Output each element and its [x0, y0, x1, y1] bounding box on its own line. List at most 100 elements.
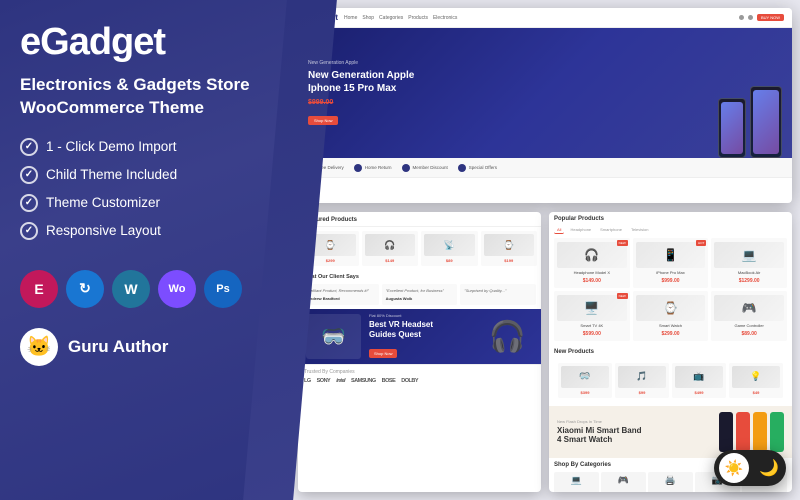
smartband-title: Xiaomi Mi Smart Band4 Smart Watch [557, 426, 719, 445]
delivery-bar: Free Delivery Home Return Member Discoun… [298, 158, 792, 178]
site-nav-links: Home Shop Categories Products Electronic… [344, 15, 733, 21]
cat-laptop: 💻 Laptop [554, 472, 599, 492]
hero-section: New Generation Apple New Generation Appl… [298, 28, 792, 158]
discount-icon [402, 164, 410, 172]
filter-tab-tv[interactable]: Television [628, 226, 652, 234]
popular-badge-4: NEW [617, 293, 628, 299]
delivery-item-3: Member Discount [402, 164, 448, 172]
vr-banner-text: Flat 80% Discount Best VR HeadsetGuides … [361, 313, 433, 360]
filter-tab-headphone[interactable]: Headphone [567, 226, 594, 234]
tech-icons-row: E ↻ W Wo Ps [20, 270, 270, 308]
smartband-text: New Flash Drops In Time Xiaomi Mi Smart … [557, 419, 719, 445]
popular-card-2: HOT 📱 iPhone Pro Max $999.00 [633, 238, 709, 288]
hero-shop-btn: Shop Now [308, 116, 338, 125]
brand-title: eGadget [20, 22, 270, 64]
band-orange [753, 412, 767, 452]
vr-headset-icon: 🥽 [321, 324, 346, 349]
testimonial-3: "Surprised by Quality..." [460, 284, 536, 305]
popular-title: Popular Products [554, 216, 787, 222]
popular-badge-2: HOT [696, 240, 706, 246]
featured-header: Featured Products [298, 212, 541, 227]
popular-card-3: 💻 MacBook Air $1299.00 [711, 238, 787, 288]
hero-title: New Generation AppleIphone 15 Pro Max [308, 69, 782, 95]
user-icon [748, 15, 753, 20]
product-img-4: ⌚ [484, 234, 535, 256]
new-card-4: 💡 $49 [729, 363, 783, 398]
popular-card-1: NEW 🎧 Headphone Model X $149.00 [554, 238, 630, 288]
featured-products-grid: ⌚ $299 🎧 $149 📡 $89 ⌚ $199 [298, 227, 541, 270]
gift-icon [458, 164, 466, 172]
testimonial-2: "Excellent Product, for Business" August… [382, 284, 458, 305]
popular-img-4: 🖥️ [557, 295, 627, 321]
vr-banner-img: 🥽 [306, 314, 361, 359]
check-icon-1 [20, 138, 38, 156]
elementor-icon: E [20, 270, 58, 308]
logo-intel: intel [336, 378, 345, 384]
band-black [719, 412, 733, 452]
buy-now-btn: BUY NOW [757, 14, 784, 21]
testimonial-cards: "Brilliant Product, Recommends it!" Andr… [303, 284, 536, 305]
filter-tab-smartphone[interactable]: Smartphone [597, 226, 625, 234]
site-nav: eGadget Home Shop Categories Products El… [298, 8, 792, 28]
new-products-title: New Products [554, 349, 787, 355]
woocommerce-icon: Wo [158, 270, 196, 308]
product-img-2: 🎧 [365, 234, 416, 256]
new-products-section: New Products 🥽 $399 🎵 $99 📺 $499 [549, 345, 792, 406]
testimonials-title: What Our Client Says [303, 274, 536, 280]
popular-card-6: 🎮 Game Controller $89.00 [711, 291, 787, 341]
testimonial-1: "Brilliant Product, Recommends it!" Andr… [303, 284, 379, 305]
popular-img-6: 🎮 [714, 295, 784, 321]
filter-tab-all[interactable]: All [554, 226, 564, 234]
features-list: 1 - Click Demo Import Child Theme Includ… [20, 138, 270, 250]
photoshop-icon: Ps [204, 270, 242, 308]
hero-text: New Generation Apple New Generation Appl… [308, 60, 782, 127]
moon-icon: 🌙 [759, 458, 779, 478]
trusted-section: Trusted By Companies LG SONY intel SAMSU… [298, 364, 541, 388]
logo-dolby: DOLBY [401, 378, 418, 384]
right-panel: eGadget Home Shop Categories Products El… [290, 0, 800, 500]
popular-img-5: ⌚ [636, 295, 706, 321]
feature-item-4: Responsive Layout [20, 222, 270, 240]
popular-card-4: NEW 🖥️ Smart TV 4K $599.00 [554, 291, 630, 341]
band-green [770, 412, 784, 452]
dark-mode-toggle[interactable]: ☀️ 🌙 [714, 450, 786, 486]
popular-products-grid: NEW 🎧 Headphone Model X $149.00 HOT 📱 iP… [554, 238, 787, 341]
wordpress-icon: W [112, 270, 150, 308]
product-card-4: ⌚ $199 [481, 231, 538, 266]
author-name: Guru Author [68, 337, 168, 357]
vr-banner-title: Best VR HeadsetGuides Quest [369, 320, 433, 339]
popular-img-2: 📱 [636, 242, 706, 268]
check-icon-4 [20, 222, 38, 240]
screenshot-container: eGadget Home Shop Categories Products El… [290, 0, 800, 500]
return-icon [354, 164, 362, 172]
left-panel: eGadget Electronics & Gadgets Store WooC… [0, 0, 290, 500]
author-row: 🐱 Guru Author [20, 328, 270, 366]
trusted-title: Trusted By Companies [304, 369, 535, 375]
headphones-icon: 🎧 [489, 319, 526, 354]
cat-printer: 🖨️ Scan Printer [648, 472, 693, 492]
site-preview-bottom: Featured Products ⌚ $299 🎧 $149 📡 $89 [298, 212, 792, 492]
popular-img-1: 🎧 [557, 242, 627, 268]
popular-filter-tabs: All Headphone Smartphone Television [554, 226, 787, 234]
new-card-1: 🥽 $399 [558, 363, 612, 398]
site-nav-icons: BUY NOW [739, 14, 784, 21]
product-card-3: 📡 $89 [421, 231, 478, 266]
delivery-item-2: Home Return [354, 164, 392, 172]
logo-lg: LG [304, 378, 311, 384]
product-card-2: 🎧 $149 [362, 231, 419, 266]
vr-banner-small: Flat 80% Discount [369, 313, 433, 318]
brand-subtitle: Electronics & Gadgets Store WooCommerce … [20, 74, 270, 120]
author-avatar: 🐱 [20, 328, 58, 366]
vr-shop-btn: Shop Now [369, 349, 397, 358]
popular-img-3: 💻 [714, 242, 784, 268]
product-img-3: 📡 [424, 234, 475, 256]
logo-samsung: SAMSUNG [351, 378, 376, 384]
logo-bose: BOSE [382, 378, 396, 384]
feature-item-1: 1 - Click Demo Import [20, 138, 270, 156]
new-card-3: 📺 $499 [672, 363, 726, 398]
popular-section: Popular Products All Headphone Smartphon… [549, 212, 792, 345]
preview-col-left: Featured Products ⌚ $299 🎧 $149 📡 $89 [298, 212, 541, 492]
featured-title: Featured Products [304, 217, 535, 223]
check-icon-2 [20, 166, 38, 184]
popular-card-5: ⌚ Smart Watch $299.00 [633, 291, 709, 341]
